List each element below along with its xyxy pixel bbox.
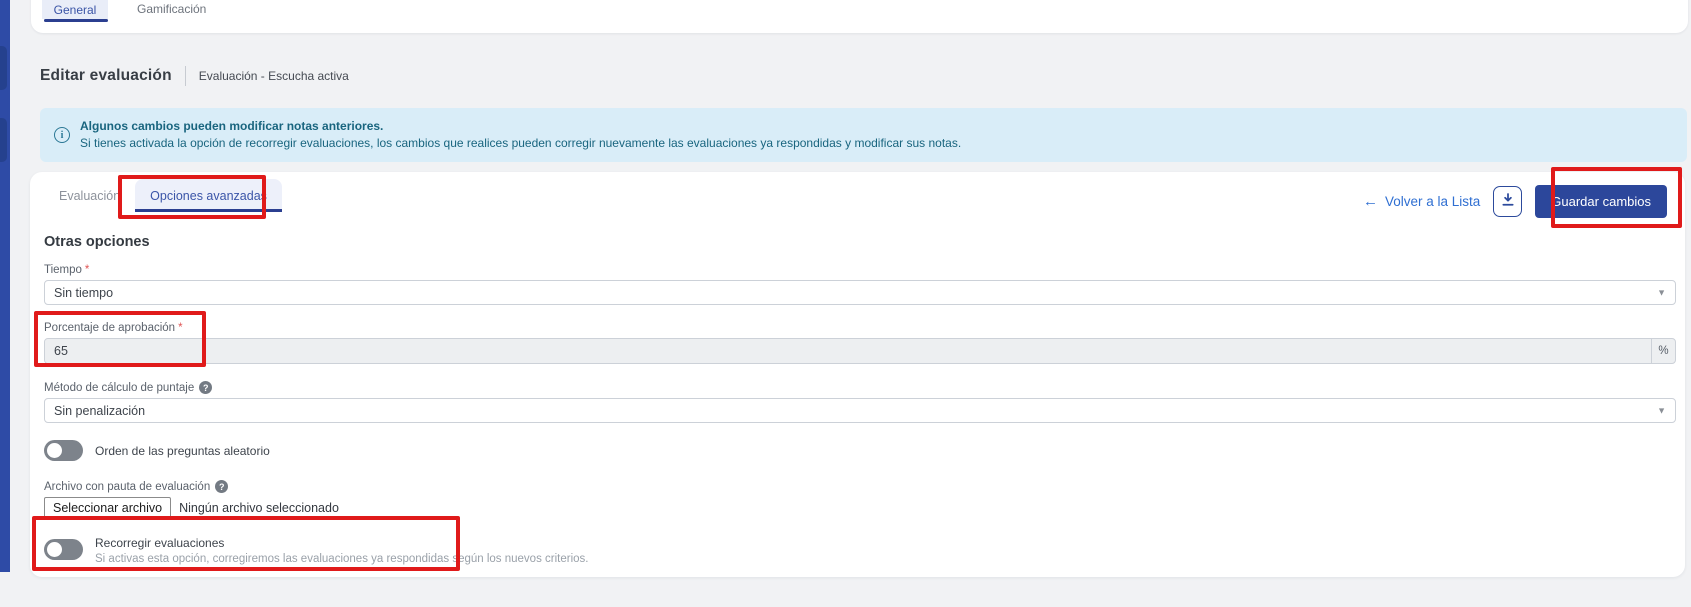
download-button[interactable] — [1493, 186, 1522, 217]
tab-opciones-avanzadas[interactable]: Opciones avanzadas — [135, 179, 282, 212]
tiempo-label: Tiempo * — [44, 264, 1676, 276]
porcentaje-label: Porcentaje de aprobación * — [44, 322, 1676, 334]
info-icon: i — [54, 127, 70, 143]
metodo-select-value: Sin penalización — [54, 404, 145, 418]
help-icon[interactable]: ? — [199, 381, 212, 394]
page-header: Editar evaluación Evaluación - Escucha a… — [40, 66, 349, 86]
archivo-label-text: Archivo con pauta de evaluación — [44, 481, 210, 493]
tab-gamificacion[interactable]: Gamificación — [137, 2, 206, 16]
tiempo-select[interactable]: Sin tiempo ▼ — [44, 280, 1676, 305]
metodo-select[interactable]: Sin penalización ▼ — [44, 398, 1676, 423]
save-changes-button[interactable]: Guardar cambios — [1535, 185, 1667, 218]
required-asterisk: * — [178, 322, 182, 334]
porcentaje-label-text: Porcentaje de aprobación — [44, 322, 175, 334]
toggle-knob — [47, 443, 62, 458]
field-tiempo: Tiempo * Sin tiempo ▼ — [44, 264, 1676, 305]
tiempo-select-value: Sin tiempo — [54, 286, 113, 300]
page-title: Editar evaluación — [40, 67, 172, 85]
card-actions: ← Volver a la Lista Guardar cambios — [1363, 185, 1667, 218]
back-arrow-icon: ← — [1363, 193, 1378, 210]
recorregir-description: Si activas esta opción, corregiremos las… — [95, 553, 588, 565]
card-body: Otras opciones Tiempo * Sin tiempo ▼ Por… — [44, 234, 1676, 565]
recorregir-row: Recorregir evaluaciones Si activas esta … — [44, 536, 1676, 565]
orden-toggle-row: Orden de las preguntas aleatorio — [44, 440, 1676, 461]
file-status-text: Ningún archivo seleccionado — [179, 501, 339, 515]
tiempo-label-text: Tiempo — [44, 264, 82, 276]
metodo-label: Método de cálculo de puntaje ? — [44, 381, 1676, 394]
banner-title: Algunos cambios pueden modificar notas a… — [80, 118, 961, 135]
tab-evaluacion[interactable]: Evaluación — [44, 179, 135, 212]
top-tabs-card — [31, 0, 1688, 33]
recorregir-text: Recorregir evaluaciones Si activas esta … — [95, 536, 588, 565]
archivo-label: Archivo con pauta de evaluación ? — [44, 480, 1676, 493]
info-banner: i Algunos cambios pueden modificar notas… — [40, 108, 1687, 162]
page-subtitle: Evaluación - Escucha activa — [199, 69, 349, 83]
banner-body: Si tienes activada la opción de recorreg… — [80, 135, 961, 152]
edit-evaluation-card: Evaluación Opciones avanzadas ← Volver a… — [30, 172, 1685, 577]
toggle-knob — [47, 542, 62, 557]
chevron-down-icon: ▼ — [1657, 405, 1666, 415]
required-asterisk: * — [85, 264, 89, 276]
porcentaje-input[interactable] — [45, 339, 1651, 363]
porcentaje-input-group: % — [44, 338, 1676, 364]
tab-general[interactable]: General — [42, 0, 108, 19]
metodo-label-text: Método de cálculo de puntaje — [44, 382, 194, 394]
title-divider — [185, 66, 186, 86]
field-archivo: Archivo con pauta de evaluación ? Selecc… — [44, 480, 1676, 519]
orden-toggle-label: Orden de las preguntas aleatorio — [95, 444, 270, 458]
back-link-label: Volver a la Lista — [1385, 194, 1480, 209]
back-to-list-link[interactable]: ← Volver a la Lista — [1363, 193, 1480, 210]
chevron-down-icon: ▼ — [1657, 287, 1666, 297]
collapsed-sidebar-strip[interactable] — [0, 0, 10, 572]
help-icon[interactable]: ? — [215, 480, 228, 493]
sidebar-bump-1[interactable] — [0, 46, 7, 90]
percent-suffix: % — [1651, 339, 1675, 363]
card-tabs: Evaluación Opciones avanzadas — [44, 179, 282, 212]
field-porcentaje: Porcentaje de aprobación * % — [44, 322, 1676, 364]
banner-text: Algunos cambios pueden modificar notas a… — [80, 118, 961, 152]
recorregir-toggle[interactable] — [44, 539, 83, 560]
archivo-file-row: Seleccionar archivo Ningún archivo selec… — [44, 497, 1676, 519]
recorregir-title: Recorregir evaluaciones — [95, 536, 588, 550]
section-title: Otras opciones — [44, 234, 1676, 250]
app-root: { "top_tabs": [ { "label": "General" }, … — [0, 0, 1691, 607]
sidebar-bump-2[interactable] — [0, 118, 7, 162]
orden-toggle[interactable] — [44, 440, 83, 461]
select-file-button[interactable]: Seleccionar archivo — [44, 497, 171, 519]
field-metodo: Método de cálculo de puntaje ? Sin penal… — [44, 381, 1676, 423]
download-icon — [1501, 192, 1515, 212]
tab-general-active-underline — [44, 19, 108, 22]
